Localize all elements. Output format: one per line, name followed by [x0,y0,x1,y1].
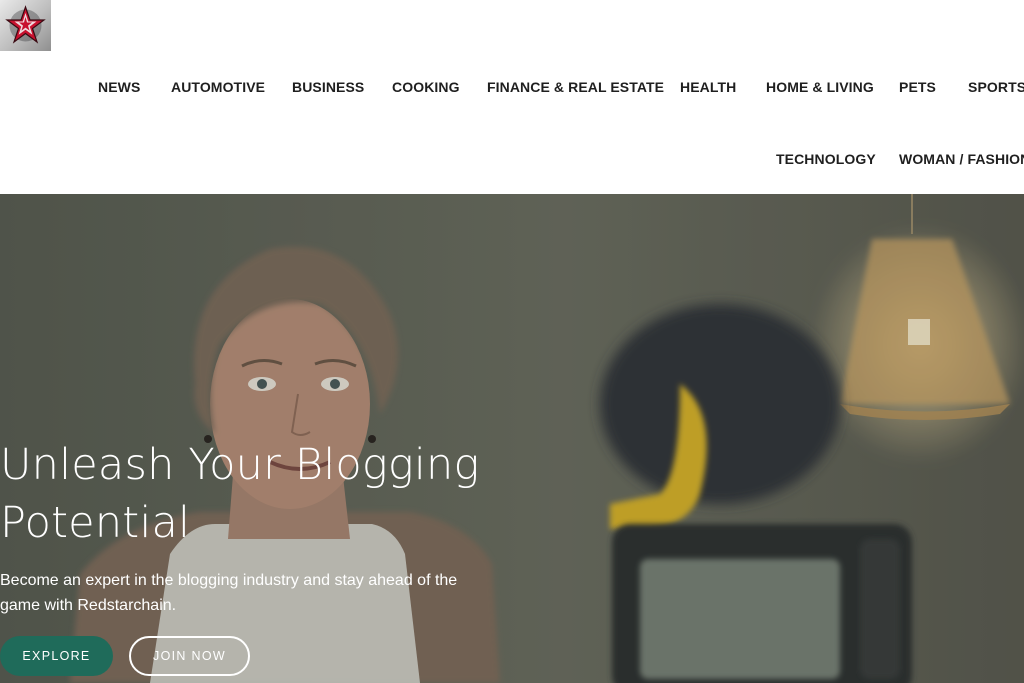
nav-item-business[interactable]: BUSINESS [292,79,364,95]
nav-item-pets[interactable]: PETS [899,79,936,95]
nav-item-woman-fashion[interactable]: WOMAN / FASHION [899,151,1024,167]
nav-item-news[interactable]: NEWS [98,79,140,95]
hero-section: Unleash Your Blogging Potential Become a… [0,194,1024,683]
site-logo[interactable] [0,0,51,51]
nav-item-automotive[interactable]: AUTOMOTIVE [171,79,265,95]
hero-title: Unleash Your Blogging Potential [0,440,480,548]
join-now-button[interactable]: JOIN NOW [129,636,250,676]
nav-item-home-living[interactable]: HOME & LIVING [766,79,874,95]
red-star-logo-icon [5,5,46,44]
nav-item-cooking[interactable]: COOKING [392,79,460,95]
nav-item-finance-real-estate[interactable]: FINANCE & REAL ESTATE [487,79,664,95]
site-header: NEWS AUTOMOTIVE BUSINESS COOKING FINANCE… [0,0,1024,194]
nav-item-technology[interactable]: TECHNOLOGY [776,151,876,167]
nav-item-sports[interactable]: SPORTS [968,79,1024,95]
explore-button[interactable]: EXPLORE [0,636,113,676]
nav-item-health[interactable]: HEALTH [680,79,736,95]
hero-subtitle: Become an expert in the blogging industr… [0,572,458,614]
